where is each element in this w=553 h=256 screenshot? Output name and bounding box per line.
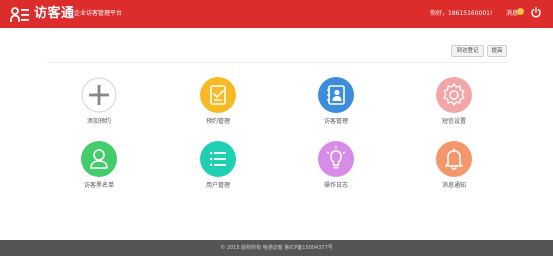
tile-label: 访客管理 bbox=[323, 118, 348, 125]
divider bbox=[47, 62, 508, 63]
bell-icon bbox=[436, 141, 472, 177]
tile-message-notifications[interactable]: 消息通知 bbox=[424, 141, 484, 201]
user-greeting: 你好，18615160001! bbox=[430, 10, 493, 17]
tile-label: 消息通知 bbox=[441, 182, 466, 189]
tile-label: 操作日志 bbox=[323, 182, 348, 189]
tile-appointment-management[interactable]: 预约管理 bbox=[188, 77, 248, 137]
tile-label: 用户管理 bbox=[205, 182, 230, 189]
tile-visitor-management[interactable]: 访客管理 bbox=[306, 77, 366, 137]
brand-subtitle: 企业访客管理平台 bbox=[74, 10, 123, 17]
raise-button[interactable]: 提高 bbox=[487, 45, 507, 57]
visit-register-button[interactable]: 到访登记 bbox=[451, 45, 484, 57]
tile-visitor-blacklist[interactable]: 访客黑名单 bbox=[69, 141, 129, 201]
footer: © 2015 版权所有 哈通访客 鲁ICP备15004377号 bbox=[0, 240, 553, 256]
list-icon bbox=[200, 141, 236, 177]
bulb-icon bbox=[318, 141, 354, 177]
tile-sms-settings[interactable]: 短信设置 bbox=[424, 77, 484, 137]
tile-user-management[interactable]: 用户管理 bbox=[188, 141, 248, 201]
tile-label: 预约管理 bbox=[205, 118, 230, 125]
power-icon[interactable] bbox=[531, 7, 541, 18]
tile-label: 访客黑名单 bbox=[83, 182, 114, 189]
logo-icon bbox=[10, 7, 29, 23]
tile-add-appointment[interactable]: 添加预约 bbox=[69, 77, 129, 137]
copyright-text: © 2015 版权所有 哈通访客 鲁ICP备15004377号 bbox=[220, 245, 333, 251]
clipboard-check-icon bbox=[200, 77, 236, 113]
top-bar: 访客通 企业访客管理平台 你好，18615160001! 消息 bbox=[0, 0, 553, 28]
contact-book-icon bbox=[318, 77, 354, 113]
user-icon bbox=[81, 141, 117, 177]
tile-label: 添加预约 bbox=[86, 118, 111, 125]
plus-icon bbox=[81, 77, 117, 113]
tile-label: 短信设置 bbox=[441, 118, 466, 125]
brand-name: 访客通 bbox=[34, 6, 75, 21]
message-badge-icon[interactable] bbox=[517, 8, 524, 15]
gear-icon bbox=[436, 77, 472, 113]
tile-operation-log[interactable]: 操作日志 bbox=[306, 141, 366, 201]
